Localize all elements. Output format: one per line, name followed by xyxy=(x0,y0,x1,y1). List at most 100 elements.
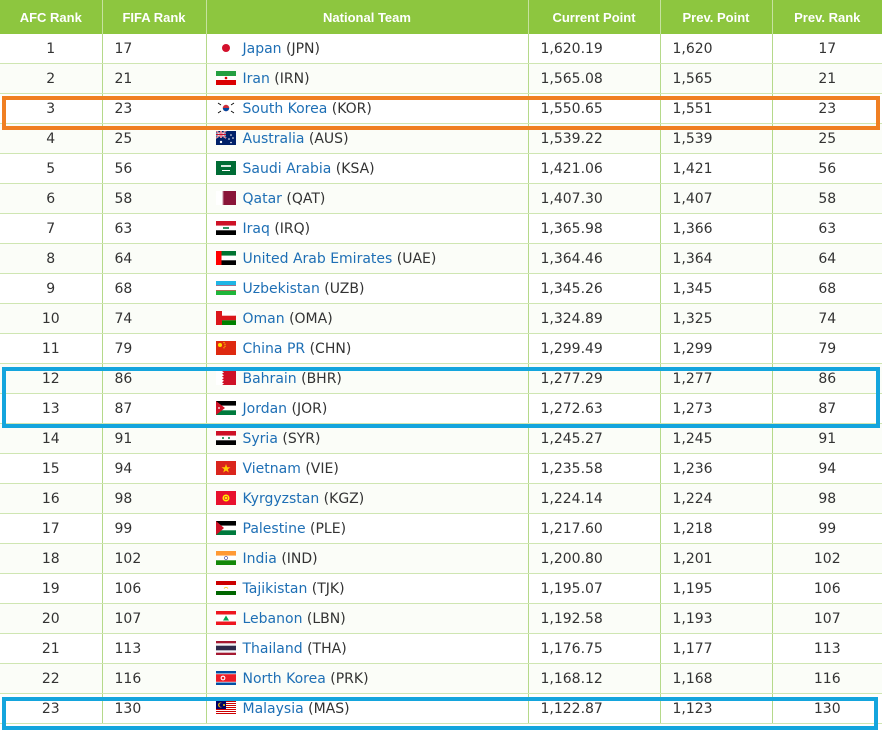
current-point-cell: 1,168.12 xyxy=(528,663,661,694)
header-prev-point[interactable]: Prev. Point xyxy=(660,0,773,34)
team-cell-lbn: Lebanon (LBN) xyxy=(206,603,529,634)
south-korea-flag-icon xyxy=(215,100,236,115)
current-point-cell: 1,176.75 xyxy=(528,633,661,664)
header-current-point[interactable]: Current Point xyxy=(528,0,661,34)
team-link-tha[interactable]: Thailand xyxy=(243,641,303,657)
fifa-rank-cell: 86 xyxy=(102,363,207,394)
table-row: 21 113 Thailand (THA) 1,176.75 1,177 113 xyxy=(0,633,882,664)
prev-rank-cell: 130 xyxy=(772,693,882,724)
prev-point-cell: 1,325 xyxy=(660,303,773,334)
afc-rank-cell: 12 xyxy=(0,363,103,394)
current-point-cell: 1,192.58 xyxy=(528,603,661,634)
team-link-jor[interactable]: Jordan xyxy=(243,401,288,417)
fifa-rank-cell: 21 xyxy=(102,63,207,94)
china-flag-icon xyxy=(215,340,236,355)
team-link-lbn[interactable]: Lebanon xyxy=(243,611,303,627)
team-link-jpn[interactable]: Japan xyxy=(243,41,282,57)
prev-rank-cell: 102 xyxy=(772,543,882,574)
afc-rank-cell: 18 xyxy=(0,543,103,574)
prev-point-cell: 1,245 xyxy=(660,423,773,454)
iran-flag-icon xyxy=(215,70,236,85)
team-cell-kgz: Kyrgyzstan (KGZ) xyxy=(206,483,529,514)
table-row: 9 68 Uzbekistan (UZB) 1,345.26 1,345 68 xyxy=(0,273,882,304)
team-code: (IRN) xyxy=(274,70,310,87)
afc-rank-cell: 13 xyxy=(0,393,103,424)
prev-point-cell: 1,177 xyxy=(660,633,773,664)
afc-rank-cell: 3 xyxy=(0,93,103,124)
prev-point-cell: 1,421 xyxy=(660,153,773,184)
team-link-irn[interactable]: Iran xyxy=(243,71,270,87)
team-code: (CHN) xyxy=(309,340,352,357)
lebanon-flag-icon xyxy=(215,610,236,625)
team-cell-syr: Syria (SYR) xyxy=(206,423,529,454)
team-cell-irq: Iraq (IRQ) xyxy=(206,213,529,244)
current-point-cell: 1,421.06 xyxy=(528,153,661,184)
table-row: 17 99 Palestine (PLE) 1,217.60 1,218 99 xyxy=(0,513,882,544)
prev-rank-cell: 106 xyxy=(772,573,882,604)
team-cell-ple: Palestine (PLE) xyxy=(206,513,529,544)
syria-flag-icon xyxy=(215,430,236,445)
malaysia-flag-icon xyxy=(215,700,236,715)
prev-point-cell: 1,224 xyxy=(660,483,773,514)
team-code: (KOR) xyxy=(331,100,372,117)
table-row: 1 17 Japan (JPN) 1,620.19 1,620 17 xyxy=(0,34,882,64)
jordan-flag-icon xyxy=(215,400,236,415)
team-cell-kor: South Korea (KOR) xyxy=(206,93,529,124)
table-row: 12 86 Bahrain (BHR) 1,277.29 1,277 86 xyxy=(0,363,882,394)
team-link-chn[interactable]: China PR xyxy=(243,341,306,357)
team-cell-oma: Oman (OMA) xyxy=(206,303,529,334)
team-cell-tha: Thailand (THA) xyxy=(206,633,529,664)
team-link-vie[interactable]: Vietnam xyxy=(243,461,301,477)
team-link-uae[interactable]: United Arab Emirates xyxy=(243,251,393,267)
team-link-syr[interactable]: Syria xyxy=(243,431,278,447)
team-link-ple[interactable]: Palestine xyxy=(243,521,306,537)
table-row: 23 130 Malaysia (MAS) 1,122.87 1,123 130 xyxy=(0,693,882,724)
prev-rank-cell: 74 xyxy=(772,303,882,334)
current-point-cell: 1,245.27 xyxy=(528,423,661,454)
current-point-cell: 1,299.49 xyxy=(528,333,661,364)
prev-rank-cell: 56 xyxy=(772,153,882,184)
team-link-qat[interactable]: Qatar xyxy=(243,191,282,207)
palestine-flag-icon xyxy=(215,520,236,535)
header-fifa-rank[interactable]: FIFA Rank xyxy=(102,0,207,34)
prev-rank-cell: 94 xyxy=(772,453,882,484)
fifa-rank-cell: 79 xyxy=(102,333,207,364)
current-point-cell: 1,550.65 xyxy=(528,93,661,124)
prev-point-cell: 1,364 xyxy=(660,243,773,274)
header-prev-rank[interactable]: Prev. Rank xyxy=(772,0,882,34)
table-row: 19 106 Tajikistan (TJK) 1,195.07 1,195 106 xyxy=(0,573,882,604)
oman-flag-icon xyxy=(215,310,236,325)
header-national-team[interactable]: National Team xyxy=(206,0,529,34)
current-point-cell: 1,195.07 xyxy=(528,573,661,604)
team-link-ksa[interactable]: Saudi Arabia xyxy=(243,161,332,177)
team-link-irq[interactable]: Iraq xyxy=(243,221,270,237)
team-link-prk[interactable]: North Korea xyxy=(243,671,326,687)
team-link-tjk[interactable]: Tajikistan xyxy=(243,581,308,597)
fifa-rank-cell: 98 xyxy=(102,483,207,514)
current-point-cell: 1,235.58 xyxy=(528,453,661,484)
team-link-bhr[interactable]: Bahrain xyxy=(243,371,297,387)
uzbekistan-flag-icon xyxy=(215,280,236,295)
fifa-rank-cell: 64 xyxy=(102,243,207,274)
prev-point-cell: 1,236 xyxy=(660,453,773,484)
team-link-oma[interactable]: Oman xyxy=(243,311,285,327)
header-afc-rank[interactable]: AFC Rank xyxy=(0,0,103,34)
team-cell-jpn: Japan (JPN) xyxy=(206,34,529,64)
team-link-mas[interactable]: Malaysia xyxy=(243,701,304,717)
table-row: 5 56 Saudi Arabia (KSA) 1,421.06 1,421 56 xyxy=(0,153,882,184)
team-cell-bhr: Bahrain (BHR) xyxy=(206,363,529,394)
table-row: 10 74 Oman (OMA) 1,324.89 1,325 74 xyxy=(0,303,882,334)
current-point-cell: 1,407.30 xyxy=(528,183,661,214)
fifa-rank-cell: 116 xyxy=(102,663,207,694)
team-link-ind[interactable]: India xyxy=(243,551,277,567)
team-link-kgz[interactable]: Kyrgyzstan xyxy=(243,491,320,507)
team-cell-uzb: Uzbekistan (UZB) xyxy=(206,273,529,304)
team-link-aus[interactable]: Australia xyxy=(243,131,305,147)
team-link-uzb[interactable]: Uzbekistan xyxy=(243,281,320,297)
team-link-kor[interactable]: South Korea xyxy=(243,101,328,117)
fifa-rank-cell: 74 xyxy=(102,303,207,334)
fifa-rank-cell: 25 xyxy=(102,123,207,154)
fifa-rank-cell: 68 xyxy=(102,273,207,304)
team-code: (IND) xyxy=(281,550,318,567)
afc-rank-cell: 2 xyxy=(0,63,103,94)
